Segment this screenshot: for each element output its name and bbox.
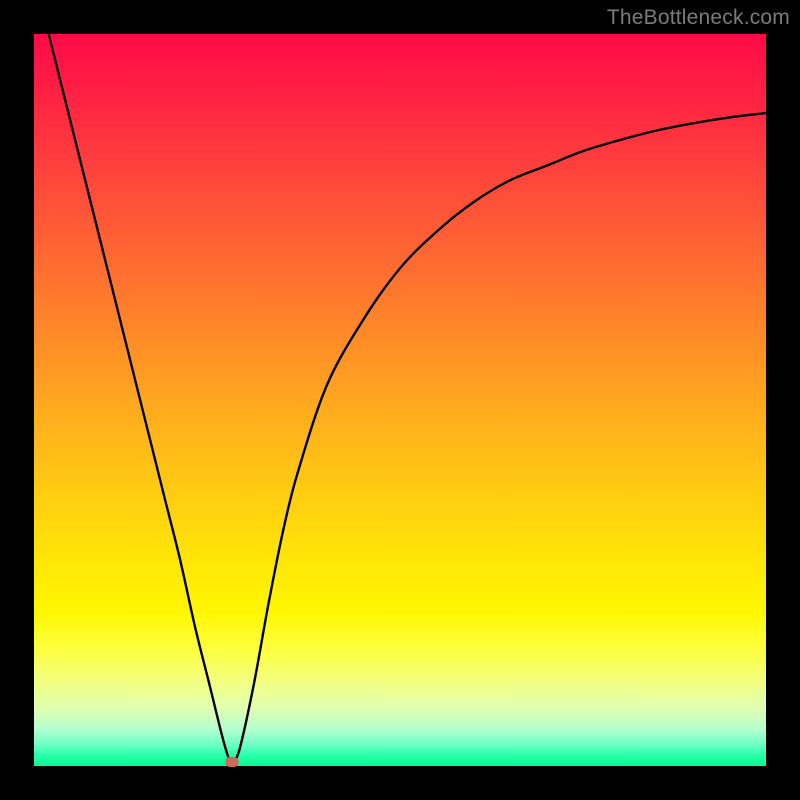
- watermark-text: TheBottleneck.com: [607, 6, 790, 30]
- plot-area: [34, 34, 766, 766]
- optimal-point-marker: [225, 757, 238, 767]
- chart-frame: TheBottleneck.com: [0, 0, 800, 800]
- bottleneck-curve: [34, 34, 766, 766]
